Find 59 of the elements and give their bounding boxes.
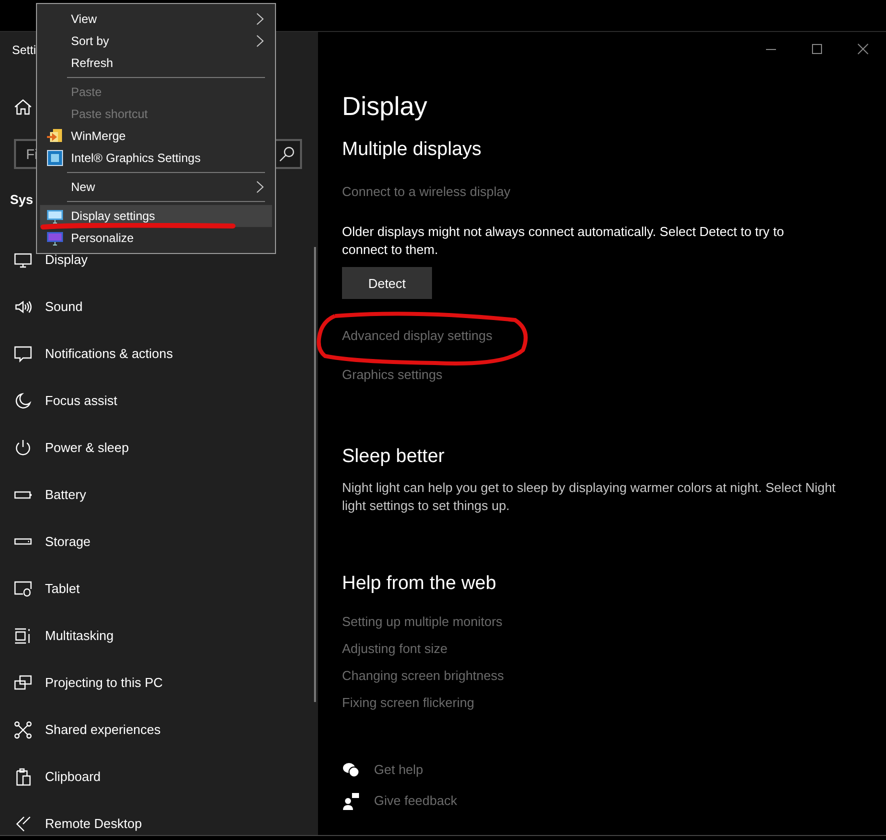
section-heading: Sys	[10, 192, 34, 207]
sidebar-item[interactable]: Battery	[0, 471, 318, 518]
monitor-icon	[14, 250, 32, 268]
network-icon	[14, 720, 32, 738]
maximize-icon	[811, 43, 823, 55]
chevron-icon	[256, 181, 264, 193]
menu-item[interactable]: Personalize	[40, 227, 272, 249]
message-icon	[14, 344, 32, 362]
projection-icon	[14, 674, 32, 692]
menu-item[interactable]: Intel® Graphics Settings	[40, 147, 272, 169]
page-title: Display	[342, 90, 428, 123]
link[interactable]: Setting up multiple monitors	[342, 613, 502, 631]
description-text: Older displays might not always connect automatically. Select Detect to try to connect to them.	[342, 223, 785, 259]
menu-item[interactable]: WinMerge	[40, 125, 272, 147]
merge-icon	[47, 128, 63, 144]
sidebar-item[interactable]: Tablet	[0, 565, 318, 612]
sidebar-item[interactable]: Multitasking	[0, 612, 318, 659]
tablet-icon	[14, 580, 32, 598]
link[interactable]: Adjusting font size	[342, 640, 448, 658]
window-title: Setti	[12, 43, 36, 57]
feedback-icon	[342, 792, 360, 810]
sidebar-item[interactable]: Projecting to this PC	[0, 659, 318, 706]
moon-icon	[14, 392, 32, 410]
detect-button[interactable]: Detect	[342, 267, 432, 299]
menu-item[interactable]: Sort by	[40, 30, 272, 52]
menu-item[interactable]: New	[40, 176, 272, 198]
multitasking-icon	[14, 626, 32, 644]
sidebar-item[interactable]: Focus assist	[0, 377, 318, 424]
chevron-icon	[256, 13, 264, 25]
search-icon[interactable]	[279, 146, 295, 162]
link[interactable]: Fixing screen flickering	[342, 694, 474, 712]
section-heading: Help from the web	[342, 572, 498, 596]
menu-item[interactable]: Refresh	[40, 52, 272, 74]
link[interactable]: Graphics settings	[342, 366, 442, 384]
home-icon[interactable]	[14, 98, 32, 116]
sidebar-item[interactable]: Clipboard	[0, 753, 318, 800]
footer-link[interactable]: Get help	[342, 761, 458, 779]
monitor-icon	[47, 208, 63, 224]
footer-link[interactable]: Give feedback	[342, 792, 458, 810]
link[interactable]: Connect to a wireless display	[342, 183, 510, 201]
sidebar-item[interactable]: Shared experiences	[0, 706, 318, 753]
sidebar-item[interactable]: Power & sleep	[0, 424, 318, 471]
sidebar-item[interactable]: Storage	[0, 518, 318, 565]
chat-help-icon	[342, 761, 360, 779]
menu-item[interactable]: View	[40, 8, 272, 30]
sidebar-item[interactable]: Sound	[0, 283, 318, 330]
sidebar-item[interactable]: Remote Desktop	[0, 800, 318, 835]
section-heading: Multiple displays	[342, 138, 482, 162]
monitor-icon	[47, 230, 63, 246]
chip-icon	[47, 150, 63, 166]
clipboard-icon	[14, 768, 32, 786]
description-text: Night light can help you get to sleep by displaying warmer colors at night. Select Night light settings to set things up.	[342, 479, 837, 515]
chevron-icon	[256, 35, 264, 47]
section-heading: Sleep better	[342, 445, 446, 469]
sidebar-item[interactable]: Notifications & actions	[0, 330, 318, 377]
chevron-icon	[14, 814, 32, 832]
link[interactable]: Changing screen brightness	[342, 667, 504, 685]
power-icon	[14, 438, 32, 456]
close-icon	[857, 43, 869, 55]
